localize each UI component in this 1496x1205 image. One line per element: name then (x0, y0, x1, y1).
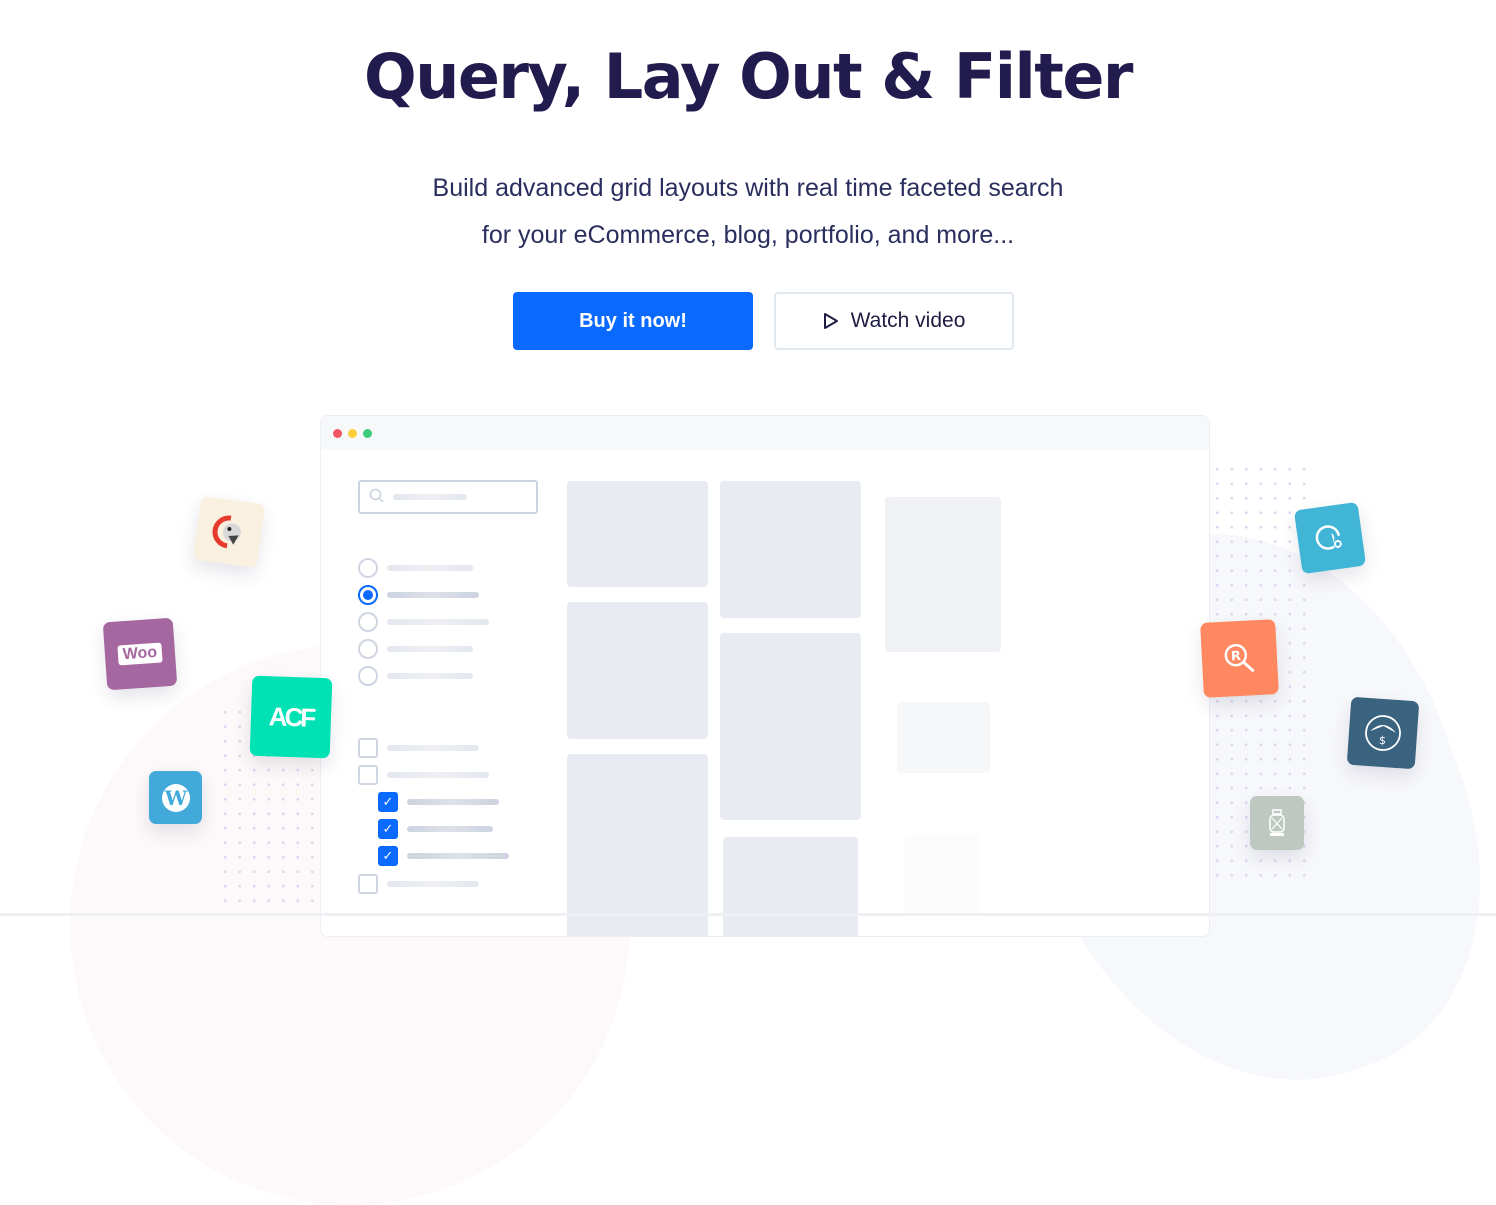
mock-radio-1[interactable] (358, 558, 378, 578)
window-maximize-dot (363, 428, 372, 438)
mock-radio-2-selected[interactable] (358, 585, 378, 605)
parrot-icon (212, 515, 241, 549)
chat-bubble-icon (1315, 525, 1342, 550)
mock-checkbox-3-checked[interactable]: ✓ (378, 792, 398, 812)
search-r-icon: R (1224, 643, 1255, 672)
svg-text:R: R (1230, 648, 1241, 664)
lantern-logo (1250, 796, 1304, 850)
watch-video-label: Watch video (850, 309, 966, 332)
mock-checkbox-1[interactable] (358, 738, 378, 758)
acf-text: ACF (268, 700, 314, 733)
search-icon (369, 488, 384, 503)
svg-text:$: $ (1379, 734, 1387, 747)
mock-checkbox-5-checked[interactable]: ✓ (378, 846, 398, 866)
mock-radio-5[interactable] (358, 666, 378, 686)
buy-now-button[interactable]: Buy it now! (513, 292, 753, 350)
woocommerce-logo: Woo (102, 617, 178, 691)
radio-label-bar (387, 619, 489, 625)
check-icon: ✓ (382, 821, 394, 836)
chat-logo (1293, 501, 1367, 575)
search-placeholder-bar (393, 494, 467, 500)
lantern-icon (1269, 809, 1285, 836)
radio-label-bar (387, 646, 473, 652)
grid-card-fading (905, 834, 981, 914)
wordpress-logo: W (149, 771, 202, 824)
browser-mockup: ✓ ✓ ✓ (320, 415, 1210, 937)
mock-checkbox-4-checked[interactable]: ✓ (378, 819, 398, 839)
checkbox-label-bar (387, 745, 479, 751)
checkbox-label-bar (407, 853, 509, 859)
check-icon: ✓ (382, 848, 394, 863)
mock-radio-3[interactable] (358, 612, 378, 632)
check-icon: ✓ (382, 794, 394, 809)
grid-card (723, 837, 858, 936)
woo-text: Woo (117, 642, 163, 666)
checkbox-label-bar (387, 881, 479, 887)
checkbox-label-bar (407, 799, 499, 805)
grid-card (720, 481, 861, 618)
grid-card-fading (885, 497, 1001, 652)
buy-now-label: Buy it now! (579, 309, 687, 332)
svg-text:W: W (163, 786, 187, 810)
subtitle-line-2: for your eCommerce, blog, portfolio, and… (481, 221, 1015, 249)
window-close-dot (333, 428, 342, 438)
checkbox-label-bar (387, 772, 489, 778)
radio-label-bar (387, 565, 473, 571)
grid-card (567, 602, 708, 739)
mock-checkbox-2[interactable] (358, 765, 378, 785)
wordpress-icon: W (161, 783, 190, 812)
parrot-logo (192, 495, 266, 569)
window-minimize-dot (348, 428, 357, 438)
grid-card (567, 481, 708, 587)
mock-search-input[interactable] (358, 480, 538, 514)
radio-label-bar (387, 673, 473, 679)
subtitle-line-1: Build advanced grid layouts with real ti… (432, 174, 1064, 202)
grid-card-fading (897, 702, 990, 773)
play-icon (823, 313, 838, 329)
radio-label-bar (387, 592, 479, 598)
mock-radio-4[interactable] (358, 639, 378, 659)
page-title: Query, Lay Out & Filter (364, 40, 1134, 113)
mock-checkbox-6[interactable] (358, 874, 378, 894)
relevanssi-logo: R (1200, 619, 1279, 698)
checkbox-label-bar (407, 826, 493, 832)
dollar-logo: $ (1346, 696, 1420, 770)
grid-card (720, 633, 861, 820)
acf-logo: ACF (249, 675, 333, 759)
grid-card (567, 754, 708, 936)
dollar-shield-icon: $ (1365, 715, 1401, 751)
watch-video-button[interactable]: Watch video (774, 292, 1014, 350)
browser-titlebar (321, 416, 1209, 450)
